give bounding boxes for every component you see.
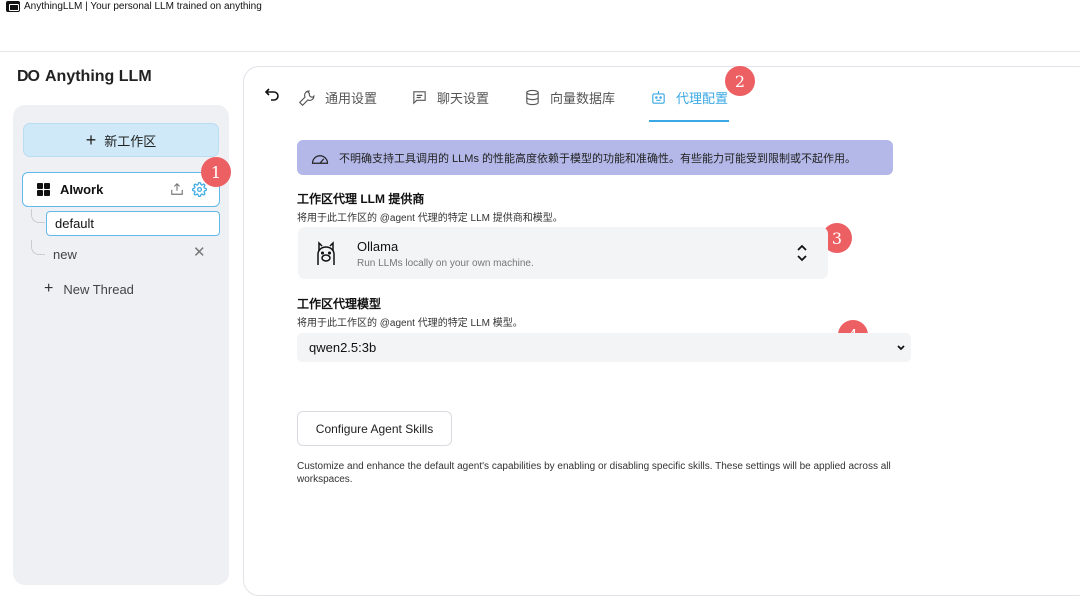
model-section-title: 工作区代理模型	[297, 297, 382, 311]
provider-name: Ollama	[357, 239, 399, 254]
upload-icon[interactable]	[170, 182, 184, 196]
thread-item-default[interactable]: default	[46, 211, 220, 236]
chevron-down-icon	[897, 345, 905, 351]
selected-model: qwen2.5:3b	[309, 340, 377, 355]
logo-mark-icon: DO	[17, 68, 40, 85]
chat-icon	[413, 90, 426, 105]
gear-icon[interactable]	[192, 182, 207, 197]
tab-vector-database[interactable]: 向量数据库	[524, 87, 615, 107]
annotation-badge-2: 2	[725, 66, 755, 96]
new-workspace-label: 新工作区	[104, 133, 157, 149]
provider-section-description: 将用于此工作区的 @agent 代理的特定 LLM 提供商和模型。	[297, 213, 563, 224]
database-icon	[526, 89, 539, 105]
window-titlebar: AnythingLLM | Your personal LLM trained …	[0, 0, 1080, 52]
plus-icon: +	[44, 280, 54, 297]
chevron-updown-icon	[797, 244, 807, 262]
tab-label: 聊天设置	[437, 90, 490, 106]
gauge-icon	[311, 154, 329, 164]
workspace-name: AIwork	[60, 182, 104, 197]
provider-description: Run LLMs locally on your own machine.	[357, 258, 534, 269]
close-icon[interactable]: ✕	[193, 245, 206, 261]
skills-description: Customize and enhance the default agent'…	[297, 461, 891, 485]
tab-label: 向量数据库	[550, 90, 616, 106]
performance-notice: 不明确支持工具调用的 LLMs 的性能高度依赖于模型的功能和准确性。有些能力可能…	[297, 140, 893, 175]
workspace-item[interactable]: AIwork	[22, 172, 220, 207]
active-tab-indicator	[649, 120, 729, 122]
provider-section-title: 工作区代理 LLM 提供商	[297, 192, 425, 206]
app-logo: DO Anything LLM	[17, 66, 152, 88]
back-arrow-icon[interactable]	[264, 86, 280, 102]
plus-icon: +	[85, 130, 97, 150]
new-thread-button[interactable]: + New Thread	[44, 280, 134, 298]
window-title: AnythingLLM | Your personal LLM trained …	[24, 1, 262, 12]
tab-general-settings[interactable]: 通用设置	[299, 87, 377, 107]
grid-icon	[37, 183, 50, 196]
app-icon	[6, 1, 20, 12]
thread-item-new[interactable]: new	[53, 247, 77, 262]
wrench-icon	[299, 90, 315, 106]
tab-agent-config[interactable]: 代理配置	[650, 87, 728, 107]
agent-model-select[interactable]: qwen2.5:3b	[297, 333, 911, 362]
llm-provider-select[interactable]: Ollama Run LLMs locally on your own mach…	[298, 227, 828, 279]
annotation-badge-1: 1	[201, 157, 231, 187]
tab-label: 通用设置	[325, 90, 378, 106]
robot-icon	[652, 90, 665, 104]
model-section-description: 将用于此工作区的 @agent 代理的特定 LLM 模型。	[297, 318, 523, 329]
thread-connector	[31, 240, 45, 255]
tab-chat-settings[interactable]: 聊天设置	[411, 87, 489, 107]
configure-agent-skills-button[interactable]: Configure Agent Skills	[297, 411, 452, 446]
new-workspace-button[interactable]: + 新工作区	[23, 123, 219, 157]
logo-text: Anything LLM	[45, 68, 152, 85]
ollama-llama-icon	[317, 241, 335, 265]
notice-text: 不明确支持工具调用的 LLMs 的性能高度依赖于模型的功能和准确性。有些能力可能…	[339, 152, 857, 165]
tab-label: 代理配置	[676, 90, 729, 106]
new-thread-label: New Thread	[63, 281, 134, 297]
thread-connector	[31, 209, 45, 223]
